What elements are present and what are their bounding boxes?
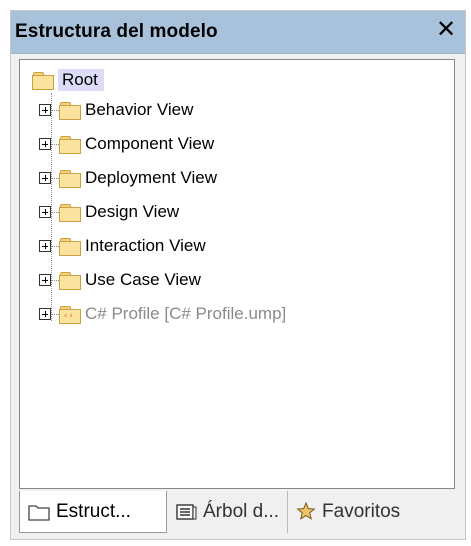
expand-icon[interactable] [39, 206, 51, 218]
window-title: Estructura del modelo [15, 21, 218, 42]
tab-label: Favoritos [322, 501, 401, 522]
tree-item-label: Component View [85, 134, 215, 153]
close-icon[interactable]: ✕ [433, 17, 459, 43]
tree-item-use-case-view[interactable]: Use Case View [39, 267, 201, 293]
folder-icon [59, 237, 81, 256]
expand-icon[interactable] [39, 274, 51, 286]
expand-icon[interactable] [39, 172, 51, 184]
tree-item-design-view[interactable]: Design View [39, 199, 180, 225]
folder-icon [59, 135, 81, 154]
tree-root-label: Root [58, 69, 104, 91]
tab-favoritos[interactable]: Favoritos [288, 491, 408, 533]
tab-label: Árbol d... [203, 501, 280, 522]
expand-icon[interactable] [39, 138, 51, 150]
tree-item-component-view[interactable]: Component View [39, 131, 215, 157]
folder-icon [32, 71, 54, 90]
window-titlebar: Estructura del modelo ✕ [11, 11, 465, 54]
tree-list-icon [175, 503, 197, 521]
tree-root[interactable]: Root [32, 67, 104, 93]
tree-item-behavior-view[interactable]: Behavior View [39, 97, 194, 123]
tab-arbol[interactable]: Árbol d... [167, 491, 289, 533]
star-icon [296, 502, 316, 522]
expand-icon[interactable] [39, 240, 51, 252]
tree-item-label: Use Case View [85, 270, 201, 289]
expand-icon[interactable] [39, 104, 51, 116]
tree-item-interaction-view[interactable]: Interaction View [39, 233, 206, 259]
tree-item-deployment-view[interactable]: Deployment View [39, 165, 217, 191]
tree-item-label: Deployment View [85, 168, 217, 187]
folder-icon [59, 271, 81, 290]
profile-folder-icon: ‹› [59, 305, 81, 324]
folder-outline-icon [28, 503, 50, 521]
panel-tabs: Estruct... Árbol d... Favoritos [19, 491, 455, 533]
tab-estructura[interactable]: Estruct... [19, 491, 167, 533]
tab-label: Estruct... [56, 500, 131, 522]
folder-icon [59, 101, 81, 120]
tree-item-label: Design View [85, 202, 180, 221]
tree-item-label: Interaction View [85, 236, 206, 255]
tree-item-csharp-profile[interactable]: ‹› C# Profile [C# Profile.ump] [39, 301, 287, 327]
model-tree[interactable]: Root Behavior View Component View Deploy… [19, 59, 455, 489]
model-tree-window: Estructura del modelo ✕ Root Behavior Vi… [10, 10, 466, 540]
tree-item-label: Behavior View [85, 100, 194, 119]
tree-item-label: C# Profile [C# Profile.ump] [85, 304, 287, 323]
folder-icon [59, 203, 81, 222]
expand-icon[interactable] [39, 308, 51, 320]
folder-icon [59, 169, 81, 188]
